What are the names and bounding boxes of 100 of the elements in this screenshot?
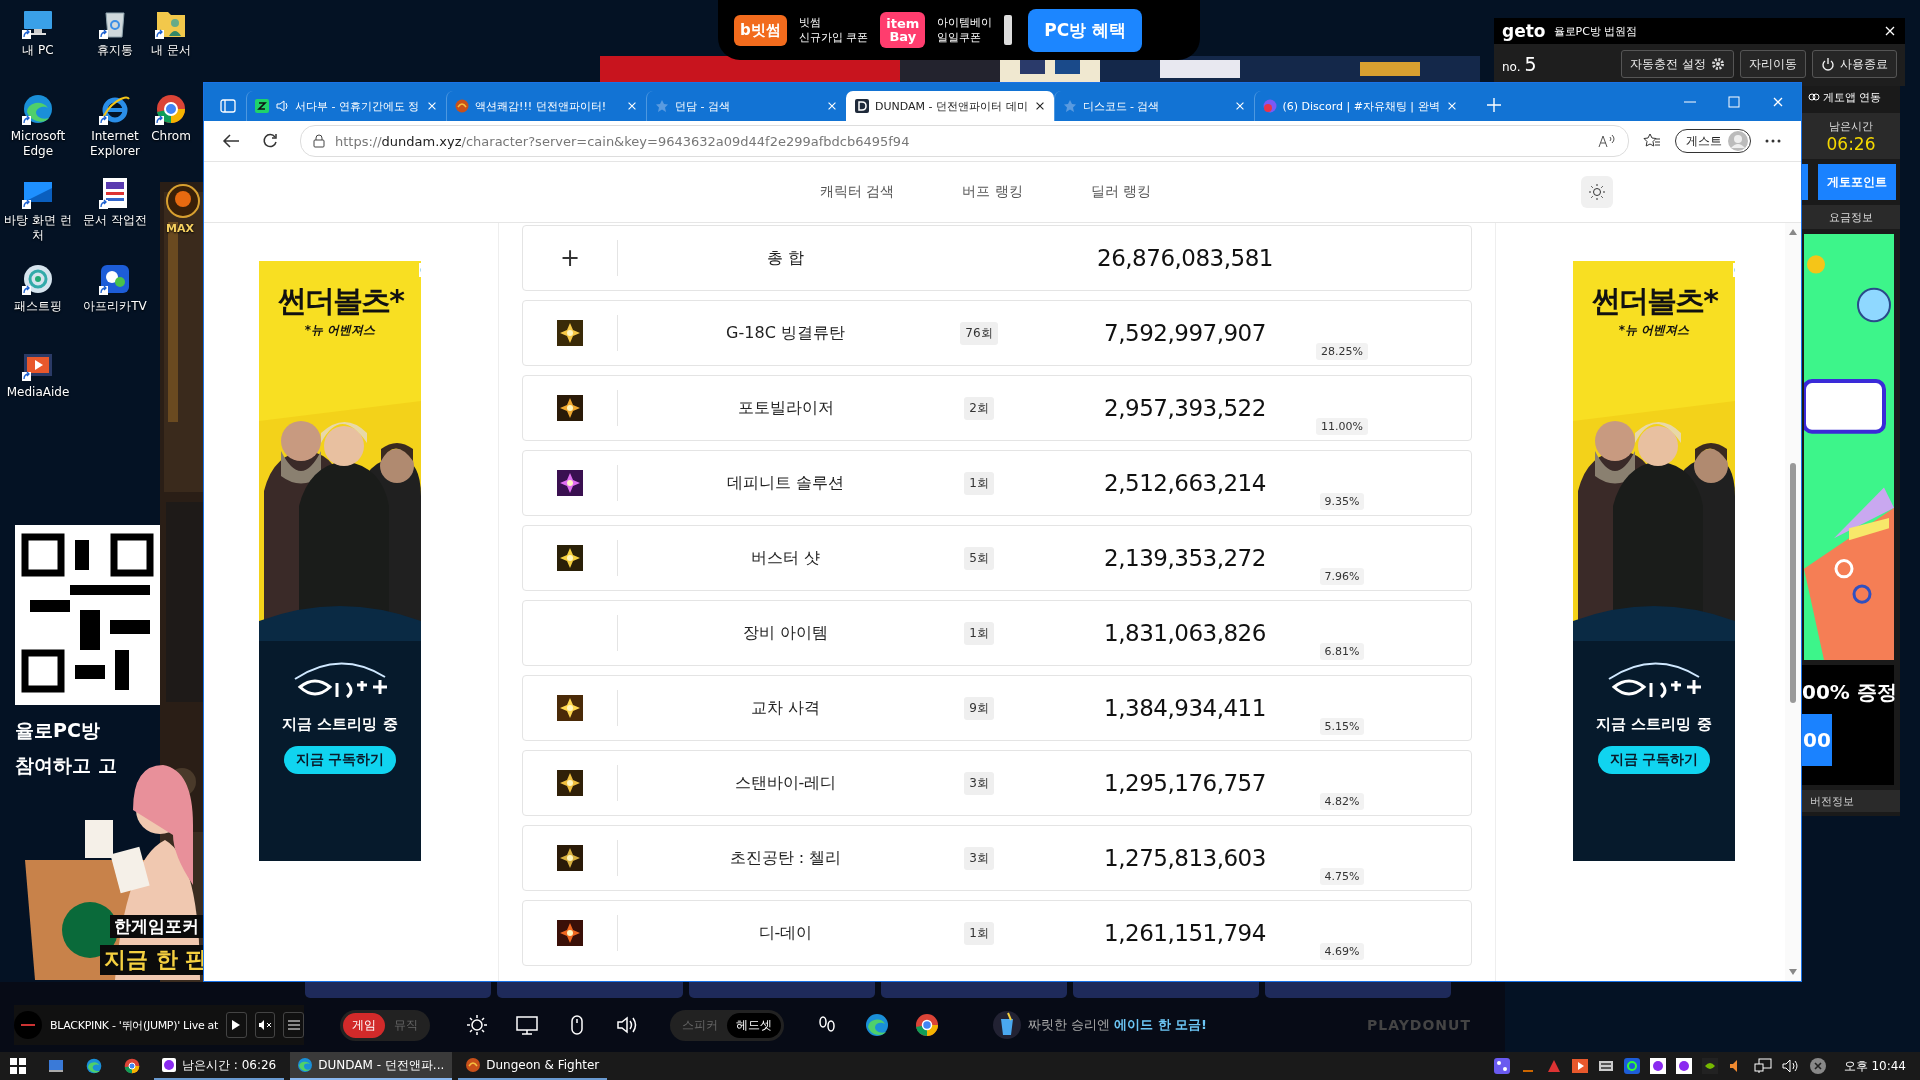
fee-info-button[interactable]: 요금정보 [1802,205,1900,229]
game-tile[interactable] [881,982,1067,998]
network-icon[interactable] [1753,1058,1772,1074]
skill-icon [557,470,583,496]
version-info[interactable]: 버전정보 [1802,790,1900,812]
coupon-text[interactable]: 아이템베이 일일쿠폰 [937,15,993,45]
ad-title: 썬더볼츠* [1590,282,1719,320]
desktop-icon-label[interactable]: 내 문서 [151,43,191,58]
promo-button[interactable]: 00 [1802,714,1832,766]
game-tile[interactable] [305,982,491,998]
clock[interactable]: 오후 10:44 [1843,1057,1906,1075]
browser-tab[interactable]: DUNDAM - 던전앤파이터 데미 [846,91,1054,121]
scroll-down-icon[interactable] [1789,969,1797,975]
back-icon[interactable] [222,133,240,149]
game-tile[interactable] [1265,982,1451,998]
auto-charge-button[interactable]: 자동충전 설정 [1621,50,1734,78]
browser-tab[interactable]: (6) Discord | #자유채팅 | 완벽 [1253,91,1466,121]
skill-name: 교차 사격 [749,697,822,719]
skill-name: 버스터 샷 [749,547,822,569]
address-field[interactable]: https://dundam.xyz/character?server=cain&key=9643632a09d44f2e299afbdcb6495f94 [300,125,1629,157]
tray-app-icon[interactable] [1623,1058,1640,1074]
app-link-text[interactable]: 게토앱 연동 [1823,89,1882,105]
skill-name: 데피니트 솔루션 [725,472,846,494]
browser-tab[interactable]: 액션쾌감!!! 던전앤파이터! [446,91,646,121]
skill-damage: 2,512,663,214 [1103,470,1267,496]
taskbar-item[interactable]: Dungeon & Fighter [458,1052,608,1080]
desktop-icon-label[interactable]: 패스트핑 [14,299,62,314]
tray-app-icon[interactable] [1701,1058,1718,1074]
skill-damage: 2,139,353,272 [1103,545,1267,571]
desktop-icon-label[interactable]: Microsoft Edge [0,129,76,159]
disc-icon[interactable] [21,262,55,296]
monitor-icon[interactable] [515,1013,539,1037]
desktop-icon-label[interactable]: Internet Explorer [77,129,153,159]
ad-banner[interactable]: 썬더볼츠* *뉴 어벤져스 지금 스트리밍 중 지금 구독하기 [259,261,421,861]
read-aloud-icon[interactable] [1598,134,1616,148]
scroll-up-icon[interactable] [1789,229,1797,235]
new-tab-icon[interactable] [1485,97,1502,113]
app-icon[interactable] [98,262,132,296]
reload-icon[interactable] [262,133,278,149]
game-tile[interactable] [497,982,683,998]
tray-app-icon[interactable] [1493,1058,1510,1074]
end-session-button[interactable]: 사용종료 [1812,50,1897,78]
nav-link[interactable]: 버프 랭킹 [962,183,1023,201]
browser-icon[interactable] [915,1013,939,1037]
taskbar-item[interactable]: DUNDAM - 던전앤파... [290,1052,453,1080]
brightness-icon[interactable] [465,1013,489,1037]
speaker-icon[interactable] [1781,1058,1800,1074]
menu-button[interactable] [283,1012,304,1038]
desktop-icon-label[interactable]: 내 PC [22,43,54,58]
theme-toggle[interactable] [1581,176,1613,208]
game-tile[interactable] [1073,982,1259,998]
desktop-icon-label[interactable]: 문서 작업전 [83,213,147,228]
tray-app-icon[interactable] [1571,1058,1588,1074]
ad-banner[interactable]: 썬더볼츠* *뉴 어벤져스 지금 스트리밍 중 지금 구독하기 [1573,261,1735,861]
promo-text: 00% 증정 [1802,679,1894,706]
taskbar-item[interactable]: 남은시간 : 06:26 [154,1052,285,1080]
desktop-icon-label[interactable]: MediaAide [6,385,70,400]
damage-share: 4.69% [1319,943,1365,960]
start-icon[interactable] [10,1058,26,1074]
expand-toggle[interactable]: + [559,246,581,270]
browser-icon[interactable] [21,92,55,126]
browser-icon[interactable] [124,1058,140,1074]
skill-name: 디-데이 [757,922,814,944]
more-icon[interactable] [1765,139,1781,143]
desktop-icon-label[interactable]: Chrom [151,129,191,144]
browser-icon[interactable] [154,92,188,126]
game-tile[interactable] [689,982,875,998]
subscribe-button[interactable]: 지금 구독하기 [283,746,397,774]
browser-icon[interactable] [865,1013,889,1037]
desktop-icon-label[interactable]: 아프리카TV [83,299,147,314]
track-title: BLACKPINK - '뛰어(JUMP)' Live at [50,1017,218,1033]
browser-tab[interactable]: 디스코드 - 검색 [1053,91,1254,121]
coupon-text[interactable]: 빗썸 신규가입 쿠폰 [798,15,869,45]
skill-name: 포토빌라이저 [736,397,835,419]
favorites-icon[interactable] [1643,133,1661,149]
tray-app-icon[interactable] [1649,1058,1666,1074]
play-button[interactable] [226,1012,247,1038]
site-icon [1062,99,1077,113]
desktop-icon-label[interactable]: 휴지통 [97,43,133,58]
benefit-button[interactable]: PC방 혜택 [1028,8,1143,52]
mode-toggle-option[interactable]: 게임 [343,1012,385,1038]
move-seat-button[interactable]: 자리이동 [1740,50,1806,78]
nav-link[interactable]: 딜러 랭킹 [1090,183,1152,201]
subscribe-button[interactable]: 지금 구독하기 [1597,746,1711,774]
tray-app-icon[interactable] [1675,1058,1692,1074]
play-icon [232,1020,241,1030]
nav-link[interactable]: 캐릭터 검색 [820,183,895,201]
brand-name: geto [1502,21,1546,41]
sidebar-toggle-icon[interactable] [220,99,236,113]
browser-icon[interactable] [86,1058,102,1074]
desktop-icon-label[interactable]: 바탕 화면 런처 [0,213,76,243]
skill-name: 장비 아이템 [741,622,830,644]
mute-button[interactable] [254,1012,276,1038]
audio-toggle-option[interactable]: 헤드셋 [727,1012,781,1038]
close-icon[interactable] [1883,24,1897,38]
tray-app-icon[interactable] [1597,1058,1614,1074]
point-button[interactable]: 게토포인트 [1818,164,1896,200]
seat-number: 5 [1524,53,1537,75]
scrollbar-thumb[interactable] [1790,463,1796,703]
desktop-icon[interactable] [48,1058,64,1074]
